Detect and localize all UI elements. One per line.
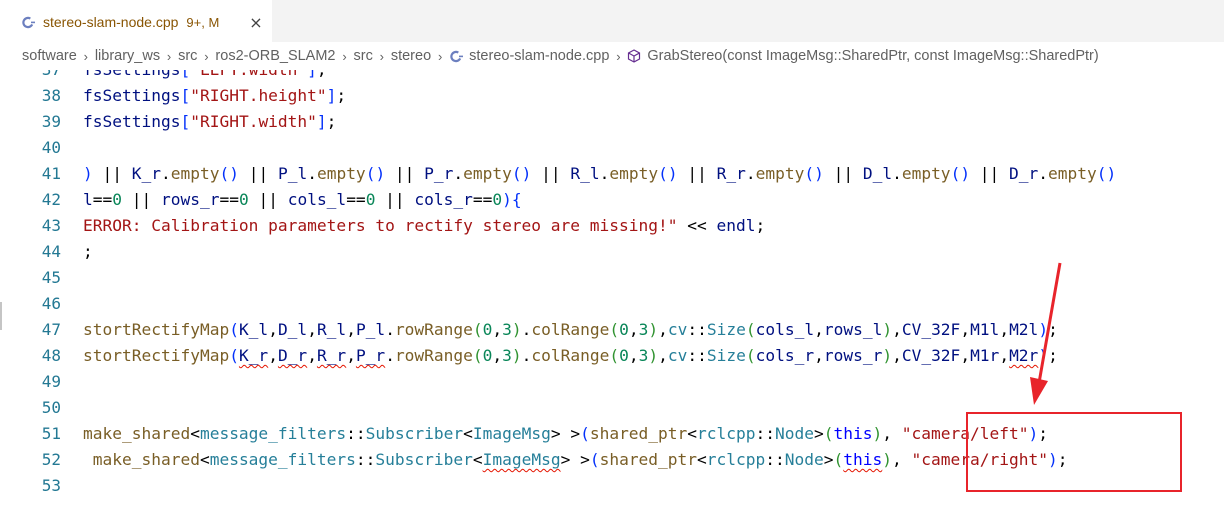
code-line[interactable]: 41 ) || K_r.empty() || P_l.empty() || P_r… <box>0 161 1224 187</box>
code-text[interactable]: make_shared<message_filters::Subscriber<… <box>83 421 1048 447</box>
line-number: 51 <box>41 424 61 443</box>
line-number: 38 <box>41 86 61 105</box>
line-number: 39 <box>41 112 61 131</box>
breadcrumb-file[interactable]: stereo-slam-node.cpp <box>469 48 609 64</box>
breadcrumb-item-library-ws[interactable]: library_ws <box>95 48 160 64</box>
chevron-right-icon: › <box>204 48 209 64</box>
editor-tab-bar: stereo-slam-node.cpp 9+, M × <box>0 0 1224 43</box>
breadcrumb-item-ros2-orb-slam2[interactable]: ros2-ORB_SLAM2 <box>215 48 335 64</box>
code-line[interactable]: 38 fsSettings["RIGHT.height"]; <box>0 83 1224 109</box>
method-cube-icon <box>627 49 641 63</box>
code-line[interactable]: 51 make_shared<message_filters::Subscribe… <box>0 421 1224 447</box>
chevron-right-icon: › <box>166 48 172 64</box>
line-number: 41 <box>41 164 61 183</box>
tab-filename: stereo-slam-node.cpp <box>43 14 179 30</box>
chevron-right-icon: › <box>616 48 621 64</box>
breadcrumb-item-software[interactable]: software <box>22 48 77 64</box>
chevron-right-icon: › <box>379 48 385 64</box>
code-text[interactable]: make_shared<message_filters::Subscriber<… <box>83 447 1068 473</box>
code-line[interactable]: 40 <box>0 135 1224 161</box>
code-text[interactable]: ; <box>83 239 93 265</box>
chevron-right-icon: › <box>342 48 347 64</box>
code-text[interactable]: fsSettings["RIGHT.width"]; <box>83 109 336 135</box>
code-text[interactable]: fsSettings["RIGHT.height"]; <box>83 83 346 109</box>
chevron-right-icon: › <box>83 48 88 64</box>
line-number: 43 <box>41 216 61 235</box>
line-number: 53 <box>41 476 61 495</box>
line-number: 49 <box>41 372 61 391</box>
code-line[interactable]: 43 ERROR: Calibration parameters to recti… <box>0 213 1224 239</box>
code-line[interactable]: 52 make_shared<message_filters::Subscrib… <box>0 447 1224 473</box>
code-line[interactable]: 46 <box>0 291 1224 317</box>
code-text[interactable]: l==0 || rows_r==0 || cols_l==0 || cols_r… <box>83 187 522 213</box>
code-line[interactable]: 53 <box>0 473 1224 499</box>
chevron-right-icon: › <box>437 48 443 64</box>
line-number: 48 <box>41 346 61 365</box>
line-number: 37 <box>21 70 61 83</box>
breadcrumb-item-src-2[interactable]: src <box>354 48 373 64</box>
line-number: 52 <box>41 450 61 469</box>
breadcrumb-symbol[interactable]: GrabStereo(const ImageMsg::SharedPtr, co… <box>647 48 1098 64</box>
line-number: 45 <box>41 268 61 287</box>
code-text[interactable]: ERROR: Calibration parameters to rectify… <box>83 213 765 239</box>
code-line[interactable]: 45 <box>0 265 1224 291</box>
cpp-file-icon <box>449 49 463 63</box>
close-icon[interactable]: × <box>246 12 266 32</box>
code-line[interactable]: 37 fsSettings["LEFT.width"]; <box>0 70 1224 83</box>
code-line[interactable]: 48 stortRectifyMap(K_r,D_r,R_r,P_r.rowRan… <box>0 343 1224 369</box>
breadcrumb-item-stereo[interactable]: stereo <box>391 48 431 64</box>
line-number: 44 <box>41 242 61 261</box>
code-line[interactable]: 47 stortRectifyMap(K_l,D_l,R_l,P_l.rowRan… <box>0 317 1224 343</box>
code-line[interactable]: 39 fsSettings["RIGHT.width"]; <box>0 109 1224 135</box>
code-text[interactable]: stortRectifyMap(K_l,D_l,R_l,P_l.rowRange… <box>83 317 1058 343</box>
line-number: 40 <box>41 138 61 157</box>
cpp-file-icon <box>22 16 35 29</box>
code-line[interactable]: 42 l==0 || rows_r==0 || cols_l==0 || cols… <box>0 187 1224 213</box>
line-number: 42 <box>41 190 61 209</box>
breadcrumb-item-src[interactable]: src <box>178 48 197 64</box>
line-number: 46 <box>41 294 61 313</box>
tab-status-badge: 9+, M <box>186 14 220 30</box>
code-line[interactable]: 44; <box>0 239 1224 265</box>
line-number: 47 <box>41 320 61 339</box>
line-number: 50 <box>41 398 61 417</box>
code-line[interactable]: 49 <box>0 369 1224 395</box>
code-text[interactable]: fsSettings["LEFT.width"]; <box>83 70 327 83</box>
breadcrumb: software › library_ws › src › ros2-ORB_S… <box>0 42 1224 70</box>
code-text[interactable]: ) || K_r.empty() || P_l.empty() || P_r.e… <box>83 161 1116 187</box>
code-editor[interactable]: 37 fsSettings["LEFT.width"]; 38 fsSettings[… <box>0 70 1224 510</box>
tab-stereo-slam-node[interactable]: stereo-slam-node.cpp 9+, M × <box>0 0 272 43</box>
code-text[interactable]: stortRectifyMap(K_r,D_r,R_r,P_r.rowRange… <box>83 343 1058 369</box>
code-line[interactable]: 50 <box>0 395 1224 421</box>
